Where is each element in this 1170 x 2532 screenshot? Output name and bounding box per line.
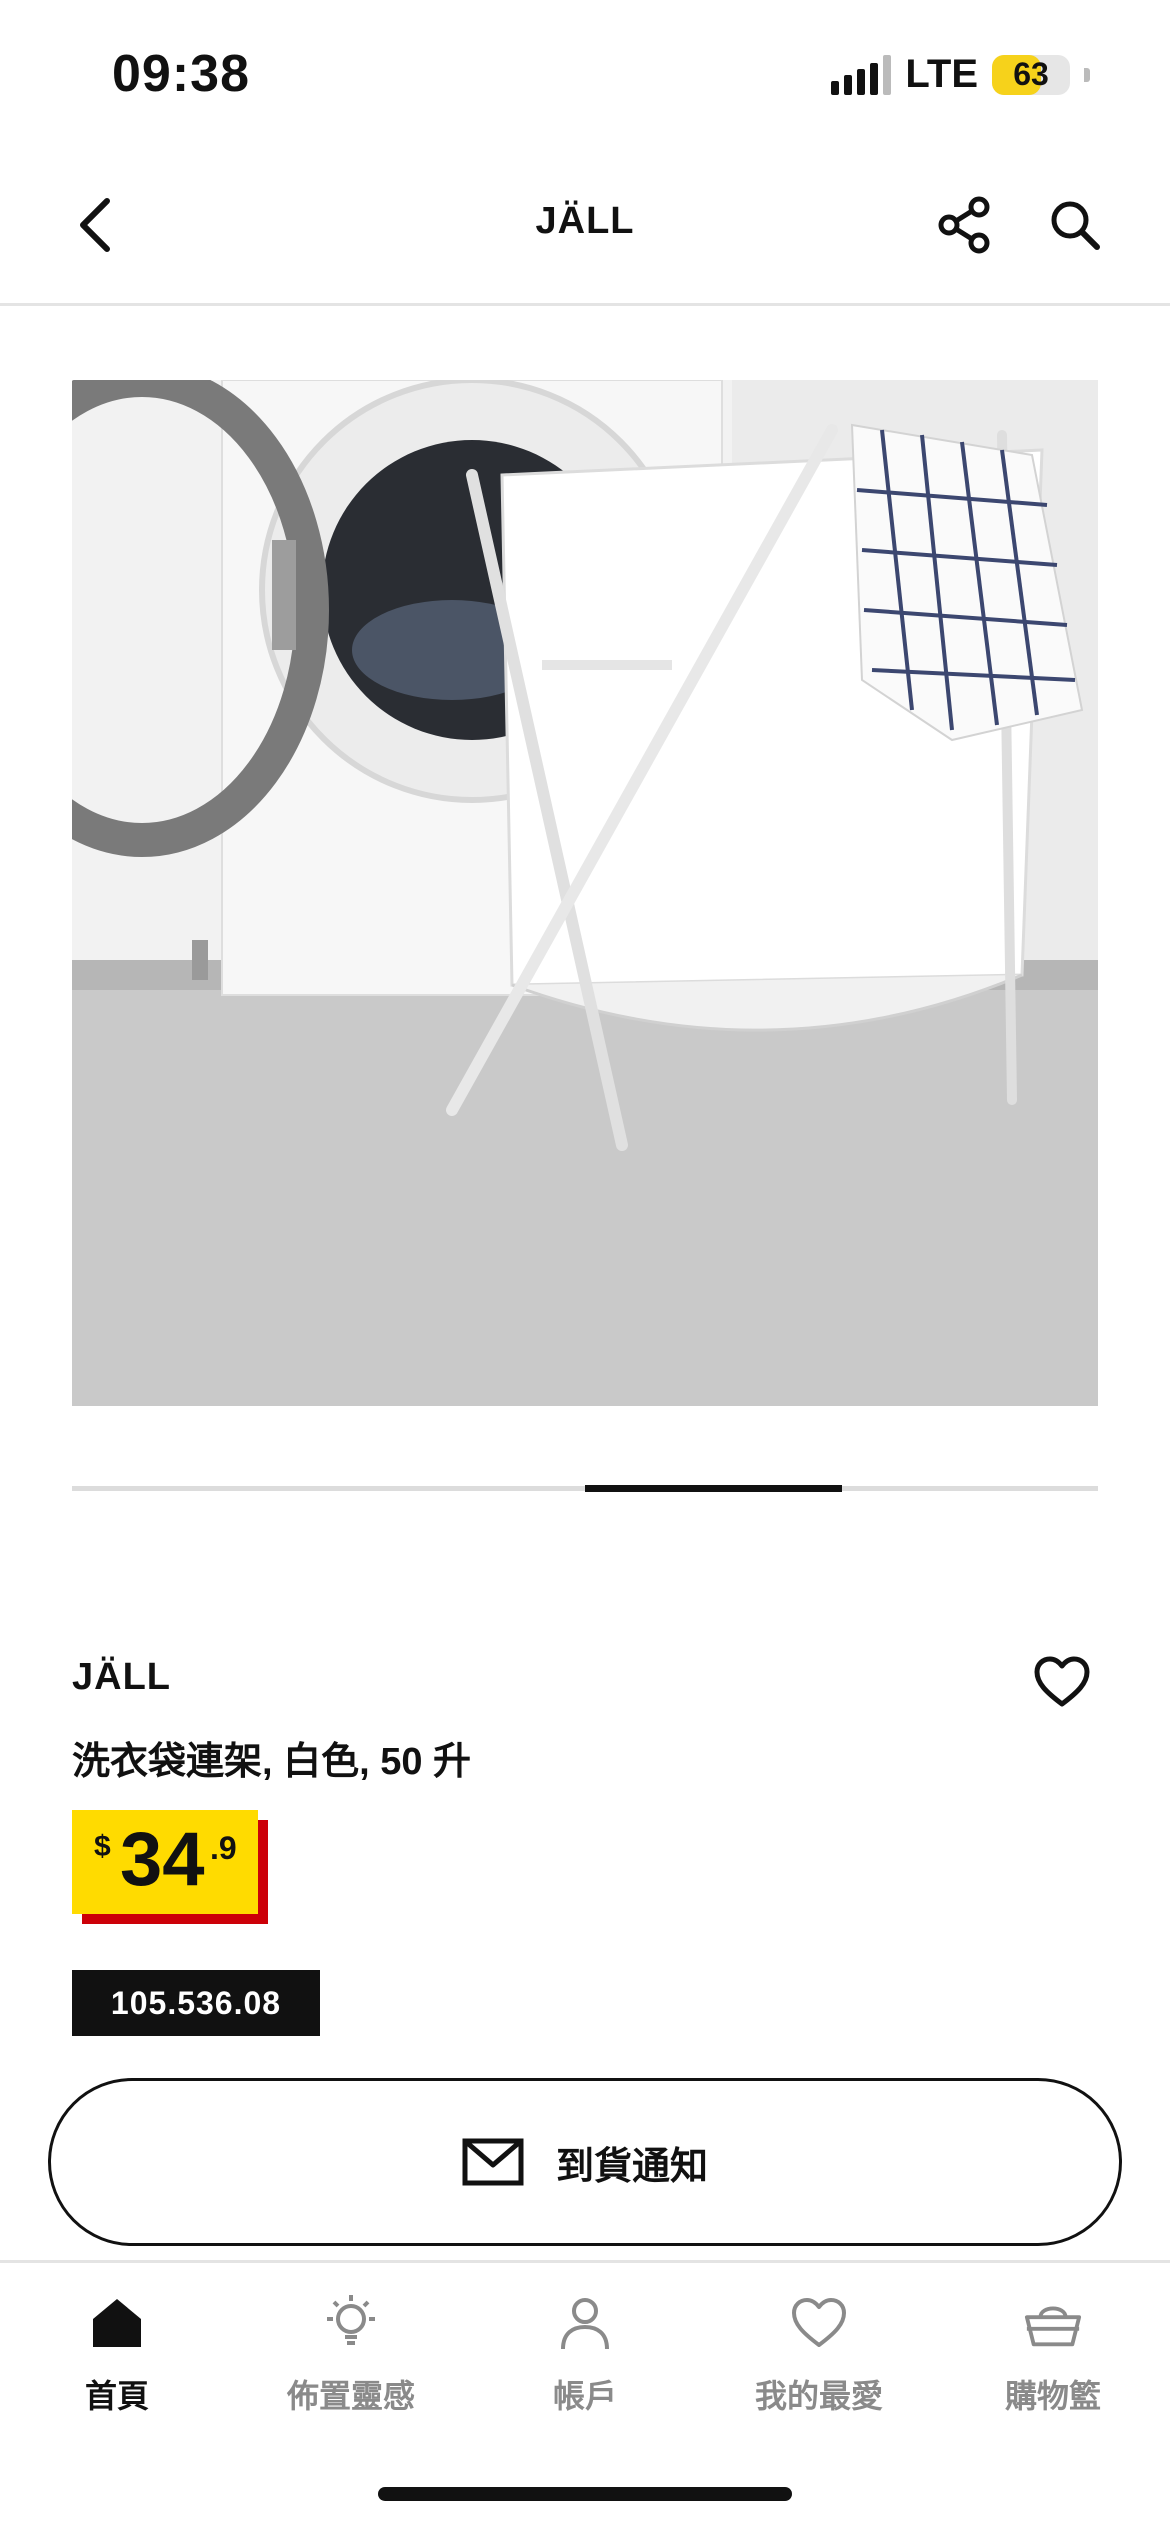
share-icon — [938, 196, 990, 254]
status-time: 09:38 — [112, 45, 250, 103]
basket-icon — [1023, 2293, 1083, 2353]
signal-icon — [831, 54, 892, 95]
price-currency: $ — [94, 1830, 111, 1863]
share-button[interactable] — [930, 190, 1000, 260]
nav-item-inspiration[interactable]: 佈置靈感 — [234, 2293, 468, 2417]
nav-item-home[interactable]: 首頁 — [0, 2293, 234, 2417]
price-integer: 34 — [120, 1817, 205, 1902]
app-header: JÄLL — [0, 150, 1170, 306]
nav-label-favorites: 我的最愛 — [754, 2378, 883, 2414]
carousel-active-segment — [585, 1485, 842, 1492]
nav-label-inspiration: 佈置靈感 — [286, 2378, 415, 2414]
battery-nub — [1084, 67, 1090, 82]
person-icon — [555, 2293, 615, 2353]
favorite-button[interactable] — [1030, 1650, 1094, 1714]
price-tag-box: $ 34 .9 — [72, 1810, 258, 1914]
stock-notify-button[interactable]: 到貨通知 — [48, 2078, 1122, 2246]
product-name: JÄLL — [72, 1656, 171, 1698]
nav-item-basket[interactable]: 購物籃 — [936, 2293, 1170, 2417]
carousel-indicator[interactable] — [72, 1485, 1098, 1492]
nav-item-favorites[interactable]: 我的最愛 — [702, 2293, 936, 2417]
nav-item-account[interactable]: 帳戶 — [468, 2293, 702, 2417]
battery-percentage: 63 — [1013, 56, 1049, 92]
nav-label-basket: 購物籃 — [1004, 2378, 1101, 2414]
mail-icon — [462, 2138, 524, 2186]
article-number: 105.536.08 — [72, 1970, 320, 2036]
home-icon — [87, 2293, 147, 2353]
search-icon — [1051, 201, 1100, 250]
status-bar: 09:38 LTE 63 — [0, 0, 1170, 150]
battery-icon: 63 — [992, 54, 1070, 95]
search-button[interactable] — [1040, 190, 1110, 260]
price-decimal: .9 — [210, 1830, 237, 1866]
home-indicator[interactable] — [378, 2487, 792, 2501]
status-indicators: LTE 63 — [831, 52, 1090, 97]
product-description: 洗衣袋連架, 白色, 50 升 — [72, 1741, 472, 1783]
nav-label-account: 帳戶 — [552, 2378, 617, 2414]
heart-icon — [1034, 1656, 1090, 1707]
product-photo — [72, 380, 1098, 1406]
stock-notify-label: 到貨通知 — [555, 2145, 708, 2188]
product-image[interactable] — [72, 380, 1098, 1406]
lightbulb-icon — [321, 2293, 381, 2353]
heart-icon — [789, 2293, 849, 2353]
network-type: LTE — [905, 52, 978, 96]
nav-label-home: 首頁 — [84, 2378, 149, 2414]
